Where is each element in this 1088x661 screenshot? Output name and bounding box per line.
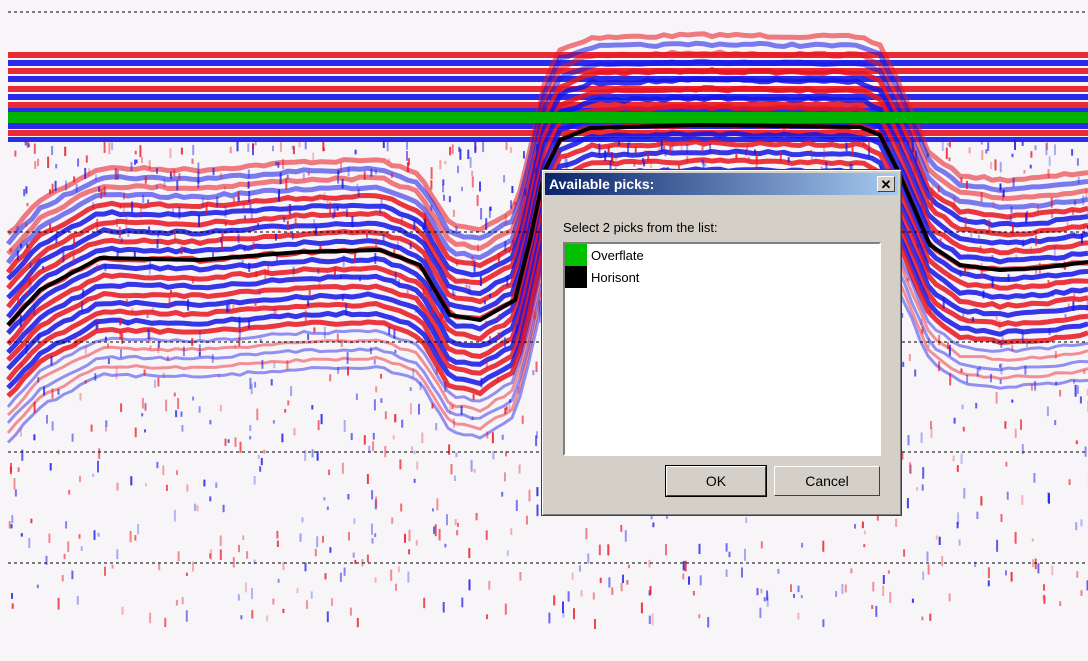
dialog-titlebar: Available picks: ✕ xyxy=(545,173,898,195)
list-item[interactable]: Overflate xyxy=(565,244,879,266)
pick-label: Overflate xyxy=(591,247,644,263)
close-icon[interactable]: ✕ xyxy=(877,176,895,192)
dialog-title: Available picks: xyxy=(549,176,655,192)
picks-listbox[interactable]: Overflate Horisont xyxy=(563,242,881,456)
ok-button[interactable]: OK xyxy=(665,465,767,497)
list-item[interactable]: Horisont xyxy=(565,266,879,288)
pick-label: Horisont xyxy=(591,269,640,285)
pick-color-swatch xyxy=(565,266,587,288)
pick-color-swatch xyxy=(565,244,587,266)
cancel-button[interactable]: Cancel xyxy=(774,466,880,496)
surface-pick-line xyxy=(8,112,1088,123)
available-picks-dialog: Available picks: ✕ Select 2 picks from t… xyxy=(541,169,902,516)
dialog-prompt: Select 2 picks from the list: xyxy=(563,220,718,235)
